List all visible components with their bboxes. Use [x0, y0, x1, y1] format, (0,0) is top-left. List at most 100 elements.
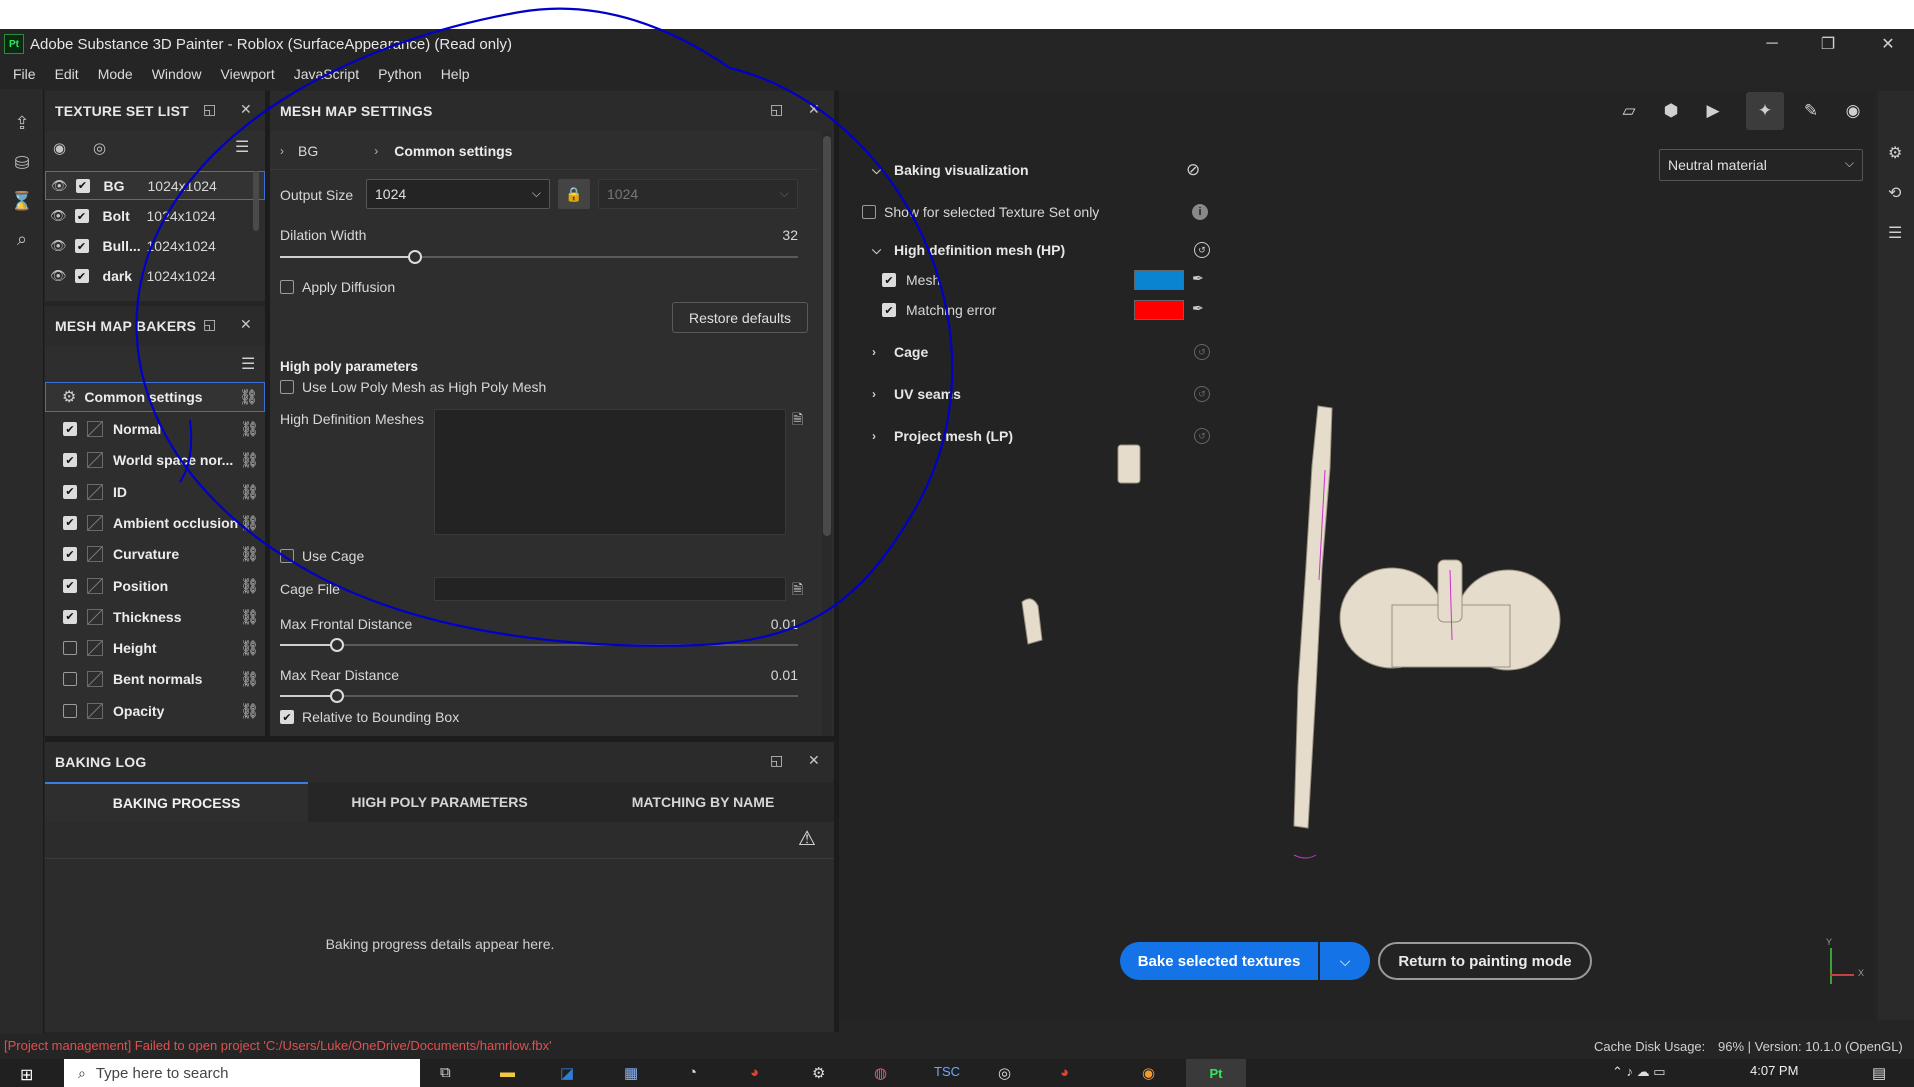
texture-set-row[interactable]: 👁 ✔ BG 1024x1024	[45, 171, 265, 200]
reset-icon[interactable]: ↺	[1194, 344, 1210, 360]
shelf-icon[interactable]: ⛁	[10, 151, 34, 175]
link-icon[interactable]: ⛓	[240, 670, 259, 688]
show-selected-only-checkbox[interactable]	[862, 205, 876, 219]
camera-frame-icon[interactable]: ▱	[1614, 96, 1644, 126]
link-icon[interactable]: ⛓	[240, 702, 259, 720]
close-icon[interactable]: ✕	[240, 101, 252, 118]
max-rear-slider[interactable]	[280, 689, 798, 703]
link-icon[interactable]: ⛓	[240, 420, 259, 438]
search-assets-icon[interactable]: ⌕	[10, 227, 34, 251]
hp-section-header[interactable]: ⌵ High definition mesh (HP)	[872, 242, 1065, 258]
reset-icon[interactable]: ↺	[1194, 242, 1210, 258]
baker-checkbox[interactable]	[63, 703, 77, 718]
close-icon[interactable]: ✕	[808, 752, 820, 769]
list-menu-icon[interactable]: ☰	[235, 137, 249, 157]
cage-section-header[interactable]: › Cage	[872, 344, 928, 360]
app-icon[interactable]: ◔	[688, 1064, 697, 1081]
tab-baking-process[interactable]: BAKING PROCESS	[45, 782, 308, 822]
bake-options-chevron-icon[interactable]: ⌵	[1320, 942, 1370, 980]
settings-icon[interactable]: ⚙	[1888, 143, 1902, 163]
matching-error-option[interactable]: ✔ Matching error	[882, 302, 996, 318]
outlook-icon[interactable]: ◪	[560, 1064, 574, 1082]
common-settings-row[interactable]: ⚙ Common settings ⛓	[45, 382, 265, 412]
app-icon[interactable]: ▦	[624, 1064, 638, 1082]
log-icon[interactable]: ☰	[1888, 223, 1902, 243]
baker-checkbox[interactable]: ✔	[63, 453, 77, 468]
hd-meshes-list[interactable]	[434, 409, 786, 535]
menu-viewport[interactable]: Viewport	[221, 66, 275, 82]
relative-bbox-option[interactable]: ✔ Relative to Bounding Box	[280, 709, 459, 725]
eye-icon[interactable]: 👁	[50, 268, 67, 284]
baker-checkbox[interactable]: ✔	[63, 578, 77, 593]
eyedropper-icon[interactable]: ✒	[1192, 300, 1204, 317]
output-size-dropdown[interactable]: 1024 ⌵	[366, 179, 550, 209]
eye-icon[interactable]: 👁	[51, 178, 68, 194]
baker-row[interactable]: ✔ Thickness ⛓	[45, 602, 265, 632]
baking-visualization-header[interactable]: ⌵ Baking visualization	[872, 162, 1029, 178]
texture-set-checkbox[interactable]: ✔	[74, 269, 89, 283]
task-view-icon[interactable]: ⧉	[440, 1064, 451, 1081]
cage-file-field[interactable]	[434, 577, 786, 601]
app-icon[interactable]: ◍	[874, 1064, 887, 1082]
app-icon[interactable]: TSC	[934, 1064, 960, 1079]
eyedropper-icon[interactable]: ✒	[1192, 270, 1204, 287]
menu-file[interactable]: File	[13, 66, 36, 82]
breadcrumb-bg[interactable]: BG	[298, 143, 318, 159]
uv-seams-section-header[interactable]: › UV seams	[872, 386, 961, 402]
baker-row[interactable]: ✔ Ambient occlusion ⛓	[45, 508, 265, 538]
link-icon[interactable]: ⛓	[240, 514, 259, 532]
undock-icon[interactable]: ◱	[770, 752, 783, 769]
taskbar-search-box[interactable]: ⌕ Type here to search	[64, 1059, 420, 1087]
scrollbar[interactable]	[823, 136, 831, 536]
menu-edit[interactable]: Edit	[55, 66, 79, 82]
baker-row[interactable]: ✔ Position ⛓	[45, 571, 265, 601]
relative-bbox-checkbox[interactable]: ✔	[280, 710, 294, 724]
link-icon[interactable]: ⛓	[240, 483, 259, 501]
apply-diffusion-option[interactable]: Apply Diffusion	[280, 279, 395, 295]
slider-handle[interactable]	[329, 638, 344, 652]
lock-icon[interactable]: 🔒	[558, 179, 590, 209]
use-cage-checkbox[interactable]	[280, 549, 294, 563]
link-icon[interactable]: ⛓	[240, 577, 259, 595]
video-camera-icon[interactable]: ▶	[1698, 96, 1728, 126]
baker-row[interactable]: ✔ Normal ⛓	[45, 414, 265, 444]
link-icon[interactable]: ⛓	[240, 451, 259, 469]
apply-diffusion-checkbox[interactable]	[280, 280, 294, 294]
baker-row[interactable]: Opacity ⛓	[45, 696, 265, 726]
slider-handle[interactable]	[329, 689, 344, 703]
texture-set-checkbox[interactable]: ✔	[75, 178, 90, 193]
texture-set-row[interactable]: 👁 ✔ Bolt 1024x1024	[45, 201, 265, 231]
matching-error-color-swatch[interactable]	[1134, 300, 1184, 320]
baker-checkbox[interactable]: ✔	[63, 422, 77, 436]
baker-checkbox[interactable]: ✔	[63, 515, 77, 530]
blender-icon[interactable]: ◉	[1142, 1064, 1155, 1082]
cube-view-icon[interactable]: ⬢	[1656, 96, 1686, 126]
material-dropdown[interactable]: Neutral material ⌵	[1659, 149, 1863, 181]
tab-high-poly-parameters[interactable]: HIGH POLY PARAMETERS	[308, 782, 571, 822]
windows-start-icon[interactable]: ⊞	[20, 1065, 33, 1085]
screenshot-camera-icon[interactable]: ◉	[1838, 96, 1868, 126]
restore-button[interactable]: ❐	[1808, 30, 1848, 58]
eye-icon[interactable]: 👁	[50, 208, 67, 224]
use-low-poly-checkbox[interactable]	[280, 380, 294, 394]
settings-icon[interactable]: ⚙	[812, 1064, 825, 1082]
visibility-eye-icon[interactable]: ◉	[53, 139, 66, 157]
tab-matching-by-name[interactable]: MATCHING BY NAME	[571, 782, 835, 822]
matching-error-checkbox[interactable]: ✔	[882, 303, 896, 317]
baker-checkbox[interactable]: ✔	[63, 484, 77, 499]
file-icon[interactable]: 🗎	[792, 409, 803, 433]
system-tray-icon[interactable]: ⌃ ♪ ☁ ▭	[1612, 1064, 1666, 1080]
menu-javascript[interactable]: JavaScript	[294, 66, 359, 82]
hourglass-icon[interactable]: ⌛	[10, 189, 34, 213]
solo-eye-icon[interactable]: ◎	[93, 139, 106, 157]
link-icon[interactable]: ⛓	[240, 639, 259, 657]
bake-selected-textures-button[interactable]: Bake selected textures	[1120, 942, 1318, 980]
close-window-button[interactable]: ✕	[1868, 30, 1908, 58]
texture-set-checkbox[interactable]: ✔	[74, 209, 89, 223]
minimize-button[interactable]: ─	[1752, 30, 1792, 58]
breadcrumb-common[interactable]: Common settings	[394, 143, 512, 159]
texture-set-row[interactable]: 👁 ✔ Bull... 1024x1024	[45, 231, 265, 261]
baking-mode-icon[interactable]: ✦	[1746, 92, 1784, 130]
export-icon[interactable]: ⇪	[10, 111, 34, 135]
return-to-painting-button[interactable]: Return to painting mode	[1378, 942, 1592, 980]
